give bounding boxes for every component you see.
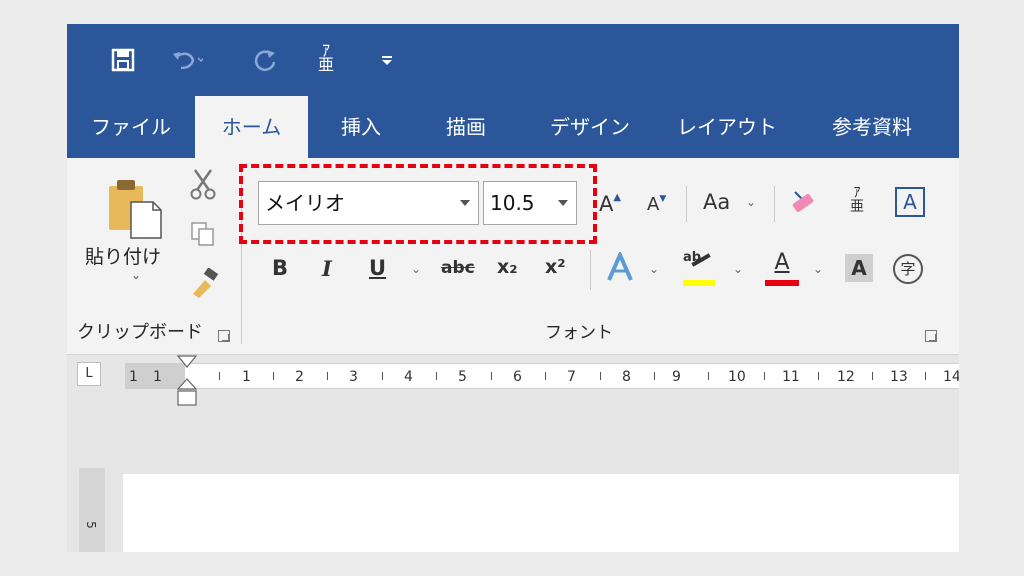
change-case-dropdown-icon[interactable]: ⌄ (746, 195, 756, 209)
font-divider-2 (774, 186, 775, 222)
ruler-mark: 14 (943, 369, 959, 385)
ruler-mark: 1 (129, 369, 138, 385)
paste-button-label[interactable]: 貼り付け (85, 242, 161, 269)
italic-button[interactable]: I (322, 256, 332, 281)
ruler-mark: 10 (728, 369, 746, 385)
enclosed-character-button[interactable]: 字 (893, 254, 923, 284)
ruler-mark: 7 (567, 369, 576, 385)
document-page[interactable] (123, 474, 959, 552)
tab-insert[interactable]: 挿入 (319, 96, 403, 158)
phonetic-guide-icon[interactable]: ｱ亜 (318, 43, 334, 73)
vertical-ruler-mark: 5 (83, 521, 98, 529)
ruler-tick (654, 372, 655, 380)
document-background (67, 413, 959, 468)
clipboard-dialog-launcher-icon[interactable] (218, 330, 230, 342)
ruler-mark: 1 (153, 369, 162, 385)
highlight-color-icon[interactable]: ab (683, 250, 715, 288)
phonetic-guide-button[interactable]: ｱ亜 (850, 186, 864, 214)
paste-icon[interactable] (105, 176, 165, 240)
bold-button[interactable]: B (272, 256, 288, 280)
ruler-tick (436, 372, 437, 380)
clipboard-group-label: クリップボード (77, 322, 203, 343)
ruler-mark: 9 (672, 369, 681, 385)
ruler-mark: 2 (295, 369, 304, 385)
ruler-tick (872, 372, 873, 380)
ruler-tick (545, 372, 546, 380)
change-case-button[interactable]: Aa (703, 190, 730, 214)
strikethrough-button[interactable]: abc (441, 258, 475, 278)
horizontal-ruler[interactable]: 1 1 1 2 3 4 5 6 7 8 9 10 11 12 13 14 (125, 363, 959, 389)
font-divider (686, 186, 687, 222)
font-divider-3 (590, 250, 591, 290)
tab-design[interactable]: デザイン (530, 96, 650, 158)
paste-dropdown-chevron-icon[interactable]: ⌄ (131, 268, 141, 282)
highlight-box (239, 164, 597, 244)
tab-layout[interactable]: レイアウト (667, 96, 787, 158)
format-painter-icon[interactable] (189, 268, 221, 298)
clear-formatting-icon[interactable] (785, 188, 815, 216)
font-group-label: フォント (545, 323, 613, 343)
tab-references[interactable]: 参考資料 (812, 96, 932, 158)
tab-draw[interactable]: 描画 (424, 96, 508, 158)
copy-icon[interactable] (189, 220, 217, 248)
ruler-tick (764, 372, 765, 380)
ruler-tick (219, 372, 220, 380)
tab-file[interactable]: ファイル (81, 96, 181, 158)
shrink-font-icon[interactable]: A▼ (647, 194, 666, 215)
text-effects-dropdown-icon[interactable]: ⌄ (649, 262, 659, 276)
character-border-button[interactable]: A (895, 187, 925, 217)
ruler-mark: 4 (404, 369, 413, 385)
ruler-tick (925, 372, 926, 380)
ruler-mark: 11 (782, 369, 800, 385)
vertical-ruler[interactable] (79, 468, 105, 552)
ruler-tick (708, 372, 709, 380)
ruler-mark: 6 (513, 369, 522, 385)
ruler-mark: 8 (622, 369, 631, 385)
quick-access-toolbar: ｱ亜 (67, 24, 959, 96)
underline-button[interactable]: U (369, 256, 386, 280)
undo-icon[interactable] (171, 48, 203, 72)
ruler-tick (273, 372, 274, 380)
tab-home[interactable]: ホーム (195, 96, 308, 158)
ruler-mark: 5 (458, 369, 467, 385)
highlight-color-bar (683, 280, 715, 286)
subscript-button[interactable]: x₂ (497, 256, 518, 278)
ruler-tick (382, 372, 383, 380)
superscript-button[interactable]: x² (545, 256, 566, 278)
ruler-tick (818, 372, 819, 380)
grow-font-icon[interactable]: A▲ (599, 192, 621, 216)
ruler-tick (327, 372, 328, 380)
tab-selector[interactable]: L (77, 362, 101, 386)
word-window: ｱ亜 ファイル ホーム 挿入 描画 デザイン レイアウト 参考資料 貼り付け ⌄ (67, 24, 959, 552)
ruler-mark: 12 (837, 369, 855, 385)
font-color-dropdown-icon[interactable]: ⌄ (813, 262, 823, 276)
ruler-tick (491, 372, 492, 380)
ribbon-tabs: ファイル ホーム 挿入 描画 デザイン レイアウト 参考資料 (67, 96, 959, 158)
font-dialog-launcher-icon[interactable] (925, 330, 937, 342)
indent-marker-icon[interactable] (177, 355, 197, 407)
redo-icon[interactable] (253, 48, 279, 74)
font-color-bar (765, 280, 799, 286)
highlight-dropdown-icon[interactable]: ⌄ (733, 262, 743, 276)
customize-qat-icon[interactable] (381, 56, 393, 66)
font-color-icon[interactable]: A (765, 250, 799, 288)
ruler-mark: 13 (890, 369, 908, 385)
ruler-tick (600, 372, 601, 380)
underline-dropdown-icon[interactable]: ⌄ (411, 262, 421, 276)
cut-icon[interactable] (189, 168, 217, 200)
ruler-mark: 3 (349, 369, 358, 385)
ruler-mark: 1 (242, 369, 251, 385)
text-effects-icon[interactable] (605, 252, 635, 284)
character-shading-button[interactable]: A (845, 254, 873, 282)
save-icon[interactable] (111, 48, 135, 72)
